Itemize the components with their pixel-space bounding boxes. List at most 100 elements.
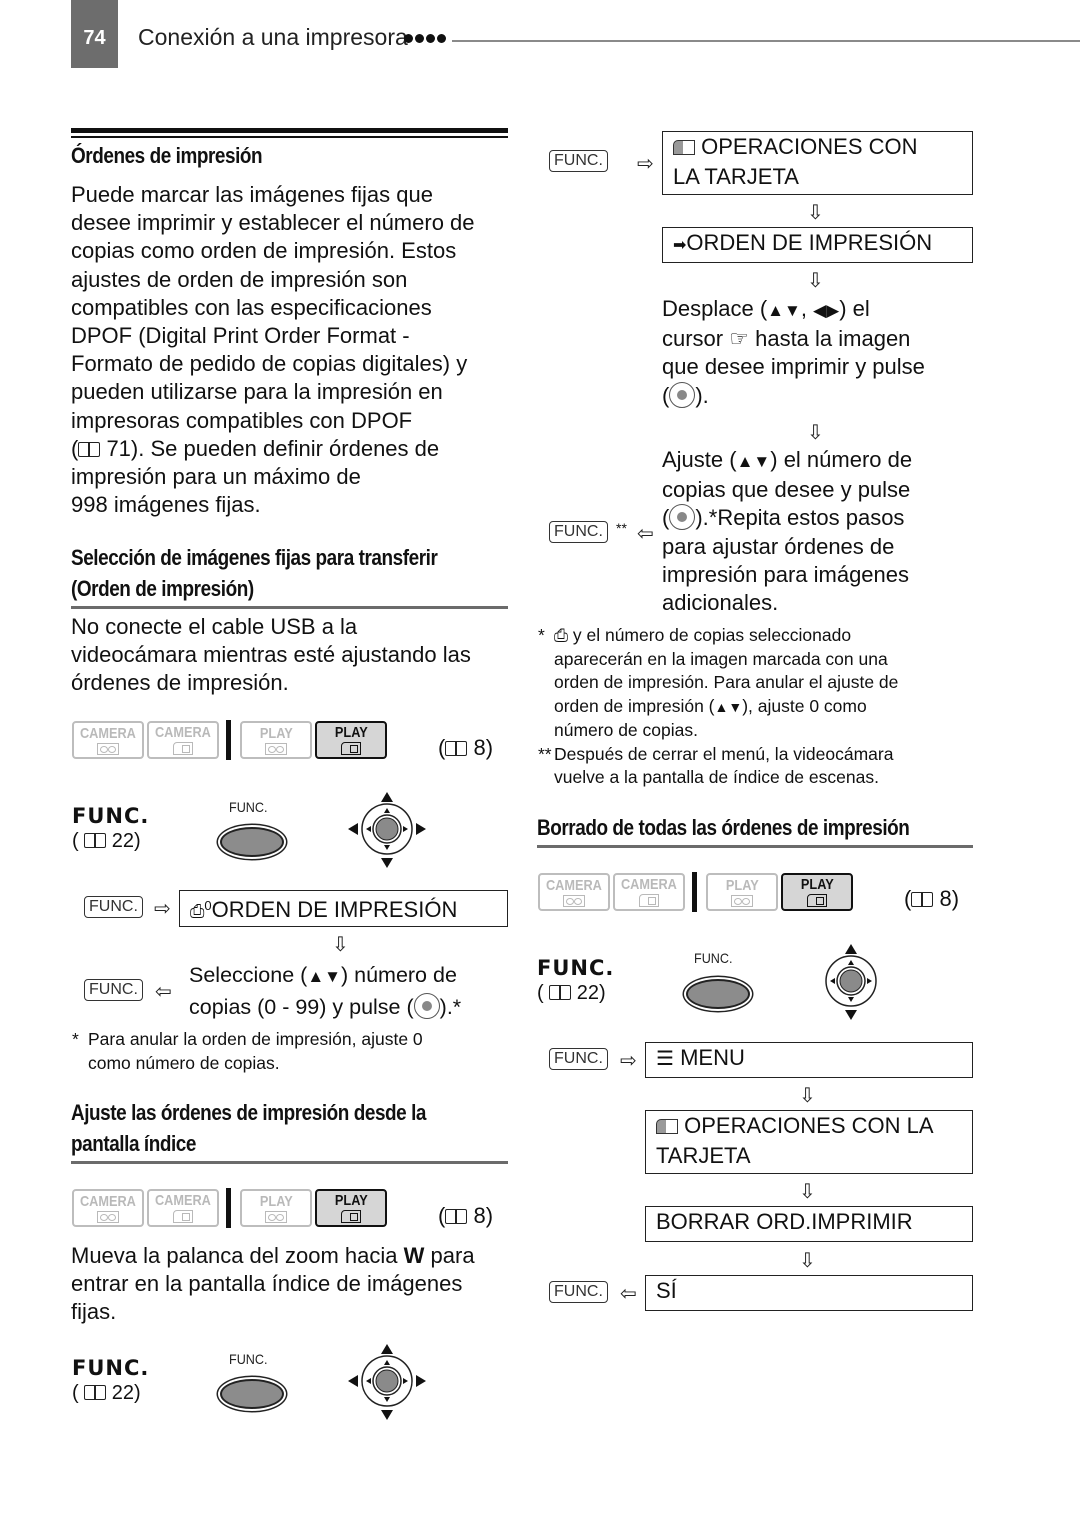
chapter-dots [404,34,446,43]
mode-camera-tape: CAMERA [538,873,610,911]
page-reference: ( 8) [438,1203,494,1228]
func-key-label: FUNC. [549,1281,608,1303]
usb-warning: No conecte el cable USB a la videocámara… [71,613,511,698]
section-title-seleccion: Selección de imágenes fijas para transfe… [71,542,438,604]
section-title-borrado: Borrado de todas las órdenes de impresió… [537,815,910,840]
text-line: compatibles con las especificaciones [71,294,432,320]
func-key-label: FUNC. [84,979,143,1001]
text-line: Puede marcar las imágenes fijas que [71,182,433,207]
menu-box-borrar: BORRAR ORD.IMPRIMIR [645,1206,973,1242]
page-reference: ( 8) [904,886,960,911]
mode-camera-card: CAMERA [613,873,685,911]
menu-box-operaciones-tarjeta: OPERACIONES CON LA TARJETA [662,131,973,195]
arrow-right-icon: ⇨ [637,153,654,175]
tape-icon [563,894,585,907]
arrow-down-icon: ⇩ [332,934,349,956]
title-line: Ajuste las órdenes de impresión desde la [71,1100,427,1125]
updown-arrows-icon: ▲▼ [714,698,743,715]
tape-icon [265,742,287,755]
menu-box-operaciones-tarjeta: OPERACIONES CON LA TARJETA [645,1110,973,1174]
tape-icon [731,894,753,907]
print-order-icon: ⎙0 [190,898,212,921]
step-seleccione: Seleccione (▲▼) número de copias (0 - 99… [189,963,462,1019]
arrow-down-icon: ⇩ [799,1250,816,1272]
card-icon [807,894,827,907]
footnote: * Para anular la orden de impresión, ajus… [72,1029,423,1073]
text-line: videocámara mientras esté ajustando las [71,642,471,668]
text-line: copias como orden de impresión. Estos [71,238,457,264]
zoom-instruction: Mueva la palanca del zoom hacia W para e… [71,1243,475,1325]
book-icon [84,1385,107,1400]
text-line-ref: ( 71). Se pueden definir órdenes de [71,435,440,461]
subsection-rule [71,1161,508,1164]
memory-card-icon [673,140,695,155]
text-line: 998 imágenes fijas. [71,492,261,518]
joystick-press-icon [413,993,440,1019]
footnotes: * ⎙ y el número de copias seleccionado ap… [538,625,899,787]
leftright-arrows-icon: ◀▶ [813,301,840,320]
book-icon [78,441,101,457]
text-line: impresoras compatibles con DPOF [71,407,413,433]
func-button-icon [220,1379,284,1409]
func-button-caption: FUNC. [229,1351,268,1367]
intro-paragraph: Puede marcar las imágenes fijas que dese… [71,181,511,519]
func-page-ref: ( 22) [72,830,141,852]
tape-icon [97,742,119,755]
title-line: Selección de imágenes fijas para transfe… [71,545,438,570]
mode-camera-tape: CAMERA [72,1189,144,1227]
book-icon [549,985,572,1000]
card-icon [639,894,659,907]
subsection-rule [71,606,508,609]
print-icon: ⎙ [554,625,568,645]
mode-play-card-active: PLAY [315,721,387,759]
updown-arrows-icon: ▲▼ [307,967,341,986]
book-icon [911,892,934,907]
text-line: pueden utilizarse para la impresión en [71,379,443,405]
func-label: FUNC. [537,956,615,980]
card-icon [341,742,361,755]
arrow-down-icon: ⇩ [799,1085,816,1107]
menu-icon: ☰ [656,1048,674,1070]
header-rule [452,40,1080,42]
chapter-title: Conexión a una impresora [138,24,408,50]
func-button-icon [686,979,750,1009]
arrow-right-icon: ⇨ [620,1050,637,1072]
card-icon [173,742,193,755]
arrow-down-icon: ⇩ [807,202,824,224]
menu-box-orden-impresion: ➡ORDEN DE IMPRESIÓN [662,227,973,263]
func-key-label: FUNC. [549,521,608,543]
page-reference: ( 8) [438,735,494,760]
func-button-caption: FUNC. [694,950,733,966]
joystick-icon [825,944,877,1020]
func-page-ref: ( 22) [537,982,606,1004]
updown-arrows-icon: ▲▼ [767,301,801,320]
mode-separator [692,872,697,912]
book-icon [445,1209,468,1224]
mode-indicator-row: CAMERA CAMERA PLAY PLAY [72,720,387,760]
section-rule [71,128,508,133]
func-key-label: FUNC. [84,896,143,918]
arrow-down-icon: ⇩ [807,422,824,444]
card-icon [173,1210,193,1223]
mode-play-card-active: PLAY [315,1189,387,1227]
joystick-press-icon [669,381,696,408]
arrow-right-icon: ⇨ [154,898,171,920]
func-key-label: FUNC. [549,150,608,172]
text-line: desee imprimir y establecer el número de [71,210,475,236]
mode-play-tape: PLAY [706,873,778,911]
section-title-ajuste: Ajuste las órdenes de impresión desde la… [71,1097,426,1159]
double-asterisk: ** [616,520,627,536]
tape-icon [265,1210,287,1223]
arrow-down-icon: ⇩ [807,270,824,292]
mode-indicator-row: CAMERA CAMERA PLAY PLAY [72,1188,387,1228]
section-rule-thin [71,136,508,138]
func-button-caption: FUNC. [229,799,268,815]
mode-play-tape: PLAY [240,721,312,759]
book-icon [445,741,468,756]
updown-arrows-icon: ▲▼ [736,452,771,471]
func-page-ref: ( 22) [72,1382,141,1404]
joystick-icon [348,1344,426,1420]
joystick-icon [348,792,426,868]
arrow-left-icon: ⇦ [620,1283,637,1305]
mode-camera-card: CAMERA [147,721,219,759]
